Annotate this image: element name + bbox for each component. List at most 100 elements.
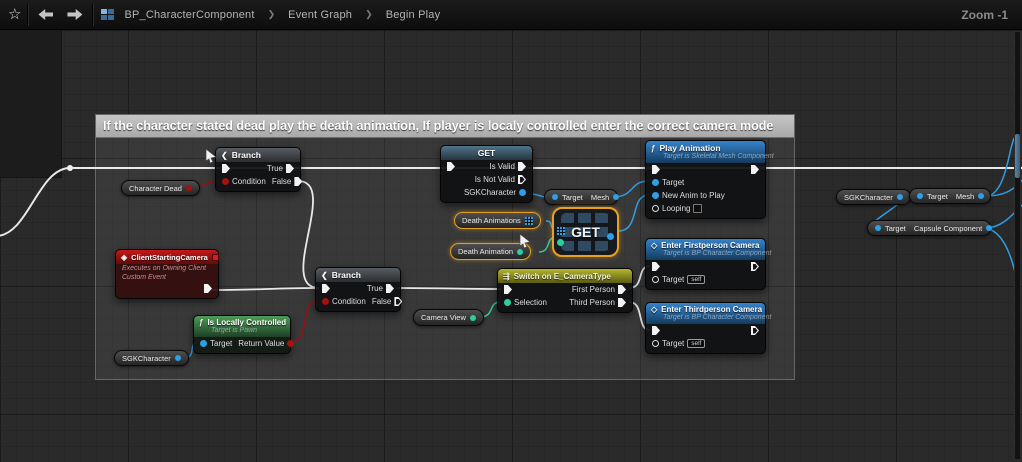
exec-out-first-pin[interactable] [618, 285, 626, 294]
exec-out-valid-pin[interactable] [518, 162, 526, 171]
array-in-pin[interactable] [557, 227, 565, 235]
play-animation-node[interactable]: ƒ Play Animation Target is Skeletal Mesh… [645, 140, 766, 219]
target-in-pin[interactable] [875, 225, 881, 231]
condition-pin[interactable] [322, 298, 329, 305]
new-anim-in-pin[interactable] [652, 192, 659, 199]
exec-out-pin[interactable] [204, 284, 212, 293]
pin-label: Capsule Component [914, 224, 982, 233]
is-locally-controlled-node[interactable]: ƒ Is Locally Controlled Target is Pawn T… [193, 315, 291, 354]
pin-label: False [272, 177, 292, 186]
pin-label: Condition [332, 297, 366, 306]
target-in-pin[interactable] [652, 276, 659, 283]
exec-out-pin[interactable] [751, 165, 759, 174]
get-death-animations-node[interactable]: Death Animations [454, 212, 541, 229]
get-sgkcharacter-node[interactable]: SGKCharacter [836, 189, 911, 205]
back-arrow-icon[interactable] [38, 9, 53, 20]
enter-firstperson-camera-node[interactable]: ◇ Enter Firstperson Camera Target is BP … [645, 238, 766, 290]
variable-label: SGKCharacter [844, 193, 893, 202]
variable-label: Character Dead [129, 184, 182, 193]
array-get-node[interactable]: GET [552, 207, 619, 257]
node-title: Enter Firstperson Camera [661, 241, 759, 250]
element-out-pin[interactable] [607, 233, 614, 240]
exec-in-pin[interactable] [652, 165, 660, 174]
index-in-pin[interactable] [557, 239, 564, 246]
exec-out-notvalid-pin[interactable] [518, 175, 526, 184]
event-detail: Executes on Owning Client [116, 264, 218, 273]
enum-out-pin[interactable] [470, 315, 476, 321]
exec-out-third-pin[interactable] [618, 298, 626, 307]
object-out-pin[interactable] [897, 194, 903, 200]
exec-in-pin[interactable] [447, 162, 455, 171]
comment-header[interactable]: If the character stated dead play the de… [96, 115, 794, 138]
switch-icon: ⇶ [503, 272, 510, 281]
variable-label: Death Animation [458, 247, 513, 256]
looping-checkbox[interactable] [693, 204, 702, 213]
node-title: GET [478, 148, 495, 158]
graph-toolbar: ☆ BP_CharacterComponent ❯ Event Graph ❯ … [0, 0, 1022, 30]
pin-label: New Anim to Play [662, 191, 725, 200]
pin-label: Target [662, 178, 684, 187]
int-out-pin[interactable] [517, 249, 523, 255]
exec-in-pin[interactable] [222, 164, 230, 173]
get-capsule-component-node[interactable]: Target Capsule Component [867, 220, 991, 236]
self-default-value[interactable]: self [687, 275, 705, 284]
validated-get-node[interactable]: GET Is Valid Is Not Valid SGKCharacter [440, 145, 533, 203]
node-title: Play Animation [659, 143, 720, 153]
exec-in-pin[interactable] [652, 262, 660, 271]
exec-in-pin[interactable] [504, 285, 512, 294]
get-camera-view-node[interactable]: Camera View [413, 309, 484, 326]
target-in-pin[interactable] [652, 340, 659, 347]
pin-label: SGKCharacter [464, 188, 516, 197]
mesh-out-pin[interactable] [978, 193, 984, 199]
exec-out-true-pin[interactable] [286, 164, 294, 173]
target-in-pin[interactable] [200, 340, 207, 347]
vertical-scrollbar[interactable] [1014, 31, 1021, 460]
client-starting-camera-event-node[interactable]: ◈ ClientStartingCamera Executes on Ownin… [115, 249, 219, 299]
bool-out-pin[interactable] [186, 185, 192, 191]
exec-out-true-pin[interactable] [386, 284, 394, 293]
pin-label: Is Not Valid [475, 175, 515, 184]
get-mesh-node[interactable]: Target Mesh [909, 188, 991, 204]
breadcrumb-root[interactable]: BP_CharacterComponent [124, 9, 254, 21]
function-header[interactable]: ƒ Play Animation Target is Skeletal Mesh… [646, 141, 765, 163]
pin-label: Condition [232, 177, 266, 186]
condition-pin[interactable] [222, 178, 229, 185]
scrollbar-thumb[interactable] [1015, 134, 1020, 178]
looping-in-pin[interactable] [652, 205, 659, 212]
exec-out-pin[interactable] [751, 326, 759, 335]
target-in-pin[interactable] [652, 179, 659, 186]
breadcrumb-node[interactable]: Begin Play [386, 9, 441, 21]
favorite-star-icon[interactable]: ☆ [8, 7, 21, 22]
object-out-pin[interactable] [519, 189, 526, 196]
get-character-dead-node[interactable]: Character Dead [121, 180, 200, 196]
branch-header[interactable]: ❮ Branch [216, 148, 300, 162]
selection-in-pin[interactable] [504, 299, 511, 306]
get-mesh-node[interactable]: Target Mesh [544, 189, 618, 205]
pure-function-header[interactable]: ƒ Is Locally Controlled Target is Pawn [194, 316, 290, 337]
branch-node-2[interactable]: ❮ Branch True Condition False [315, 267, 401, 312]
enter-thirdperson-camera-node[interactable]: ◇ Enter Thirdperson Camera Target is BP … [645, 302, 766, 354]
branch-header[interactable]: ❮ Branch [316, 268, 400, 282]
switch-header[interactable]: ⇶ Switch on E_CameraType [498, 269, 632, 283]
branch-node-1[interactable]: ❮ Branch True Condition False [215, 147, 301, 192]
object-out-pin[interactable] [175, 355, 181, 361]
replication-indicator [212, 254, 219, 261]
target-in-pin[interactable] [917, 193, 923, 199]
array-out-pin[interactable] [525, 217, 533, 225]
pin-label: Target [927, 192, 948, 201]
exec-in-pin[interactable] [652, 326, 660, 335]
event-header[interactable]: ◈ ClientStartingCamera [116, 250, 218, 264]
get-header[interactable]: GET [441, 146, 532, 160]
exec-in-pin[interactable] [322, 284, 330, 293]
variable-label: SGKCharacter [122, 354, 171, 363]
switch-camera-type-node[interactable]: ⇶ Switch on E_CameraType First Person Se… [497, 268, 633, 313]
target-in-pin[interactable] [552, 194, 558, 200]
breadcrumb-graph[interactable]: Event Graph [288, 9, 352, 21]
get-sgkcharacter-node[interactable]: SGKCharacter [114, 350, 189, 366]
node-title: Branch [232, 150, 261, 160]
function-header[interactable]: ◇ Enter Firstperson Camera Target is BP … [646, 239, 765, 260]
forward-arrow-icon[interactable] [67, 9, 82, 20]
exec-out-pin[interactable] [751, 262, 759, 271]
function-header[interactable]: ◇ Enter Thirdperson Camera Target is BP … [646, 303, 765, 324]
self-default-value[interactable]: self [687, 339, 705, 348]
